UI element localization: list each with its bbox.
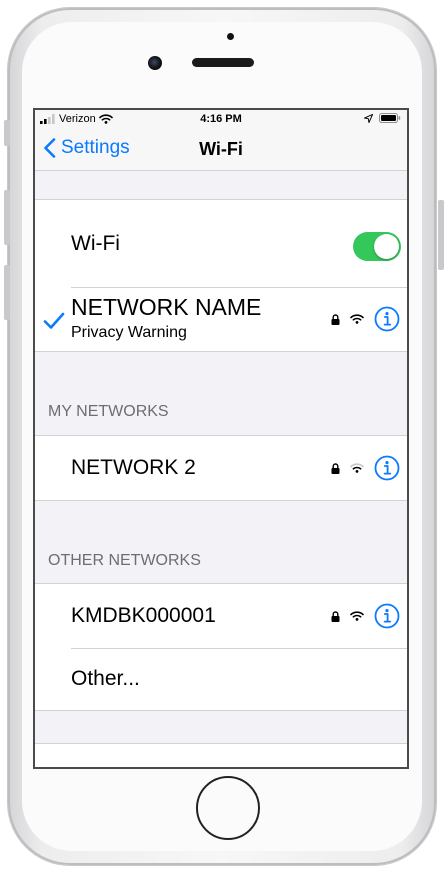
next-section-group xyxy=(35,743,407,767)
toggle-knob xyxy=(374,234,399,259)
back-button[interactable]: Settings xyxy=(43,137,130,159)
other-network-label: Other... xyxy=(71,667,140,690)
wifi-toggle[interactable] xyxy=(353,232,401,261)
other-networks-header: OTHER NETWORKS xyxy=(48,552,201,569)
volume-up-button xyxy=(4,190,10,245)
silent-switch xyxy=(4,120,10,146)
my-networks-header: MY NETWORKS xyxy=(48,403,169,420)
info-icon[interactable] xyxy=(374,603,400,629)
earpiece-speaker xyxy=(192,58,254,67)
lock-icon xyxy=(331,610,340,622)
network-accessories xyxy=(331,603,400,629)
network-name: KMDBK000001 xyxy=(71,604,216,627)
wifi-group: Wi-Fi NETWORK NAME Privacy Warning xyxy=(35,199,407,352)
privacy-warning-label: Privacy Warning xyxy=(71,324,187,341)
location-arrow-icon xyxy=(364,113,373,123)
screen: Verizon 4:16 PM Settings Wi-Fi Wi-Fi NET… xyxy=(33,108,409,769)
navigation-bar: Settings Wi-Fi xyxy=(35,130,407,171)
wifi-label: Wi-Fi xyxy=(71,232,120,255)
battery-icon xyxy=(379,113,401,123)
front-camera xyxy=(148,56,162,70)
chevron-left-icon xyxy=(44,138,56,158)
wifi-strength-icon xyxy=(350,314,364,324)
other-network-row[interactable]: Other... xyxy=(35,648,407,710)
other-networks-group: KMDBK000001 Other... xyxy=(35,583,407,711)
status-time: 4:16 PM xyxy=(200,113,242,125)
info-icon[interactable] xyxy=(374,306,400,332)
my-networks-group: NETWORK 2 xyxy=(35,435,407,501)
network-name: NETWORK 2 xyxy=(71,456,196,479)
lock-icon xyxy=(331,462,340,474)
network-row[interactable]: KMDBK000001 xyxy=(35,584,407,648)
back-button-label: Settings xyxy=(61,137,130,158)
network-accessories xyxy=(331,455,400,481)
proximity-sensor xyxy=(227,33,234,40)
volume-down-button xyxy=(4,265,10,320)
connected-network-name: NETWORK NAME xyxy=(71,294,262,320)
connected-network-row[interactable]: NETWORK NAME Privacy Warning xyxy=(35,287,407,351)
network-row[interactable]: NETWORK 2 xyxy=(35,436,407,500)
home-button[interactable] xyxy=(196,776,260,840)
lock-icon xyxy=(331,313,340,325)
info-icon[interactable] xyxy=(374,455,400,481)
wifi-strength-icon xyxy=(350,611,364,621)
connected-network-accessories xyxy=(331,306,400,332)
checkmark-icon xyxy=(43,312,65,329)
status-bar: Verizon 4:16 PM xyxy=(35,110,407,130)
wifi-strength-icon xyxy=(350,463,364,473)
wifi-toggle-row: Wi-Fi xyxy=(35,200,407,287)
power-button xyxy=(438,200,444,270)
